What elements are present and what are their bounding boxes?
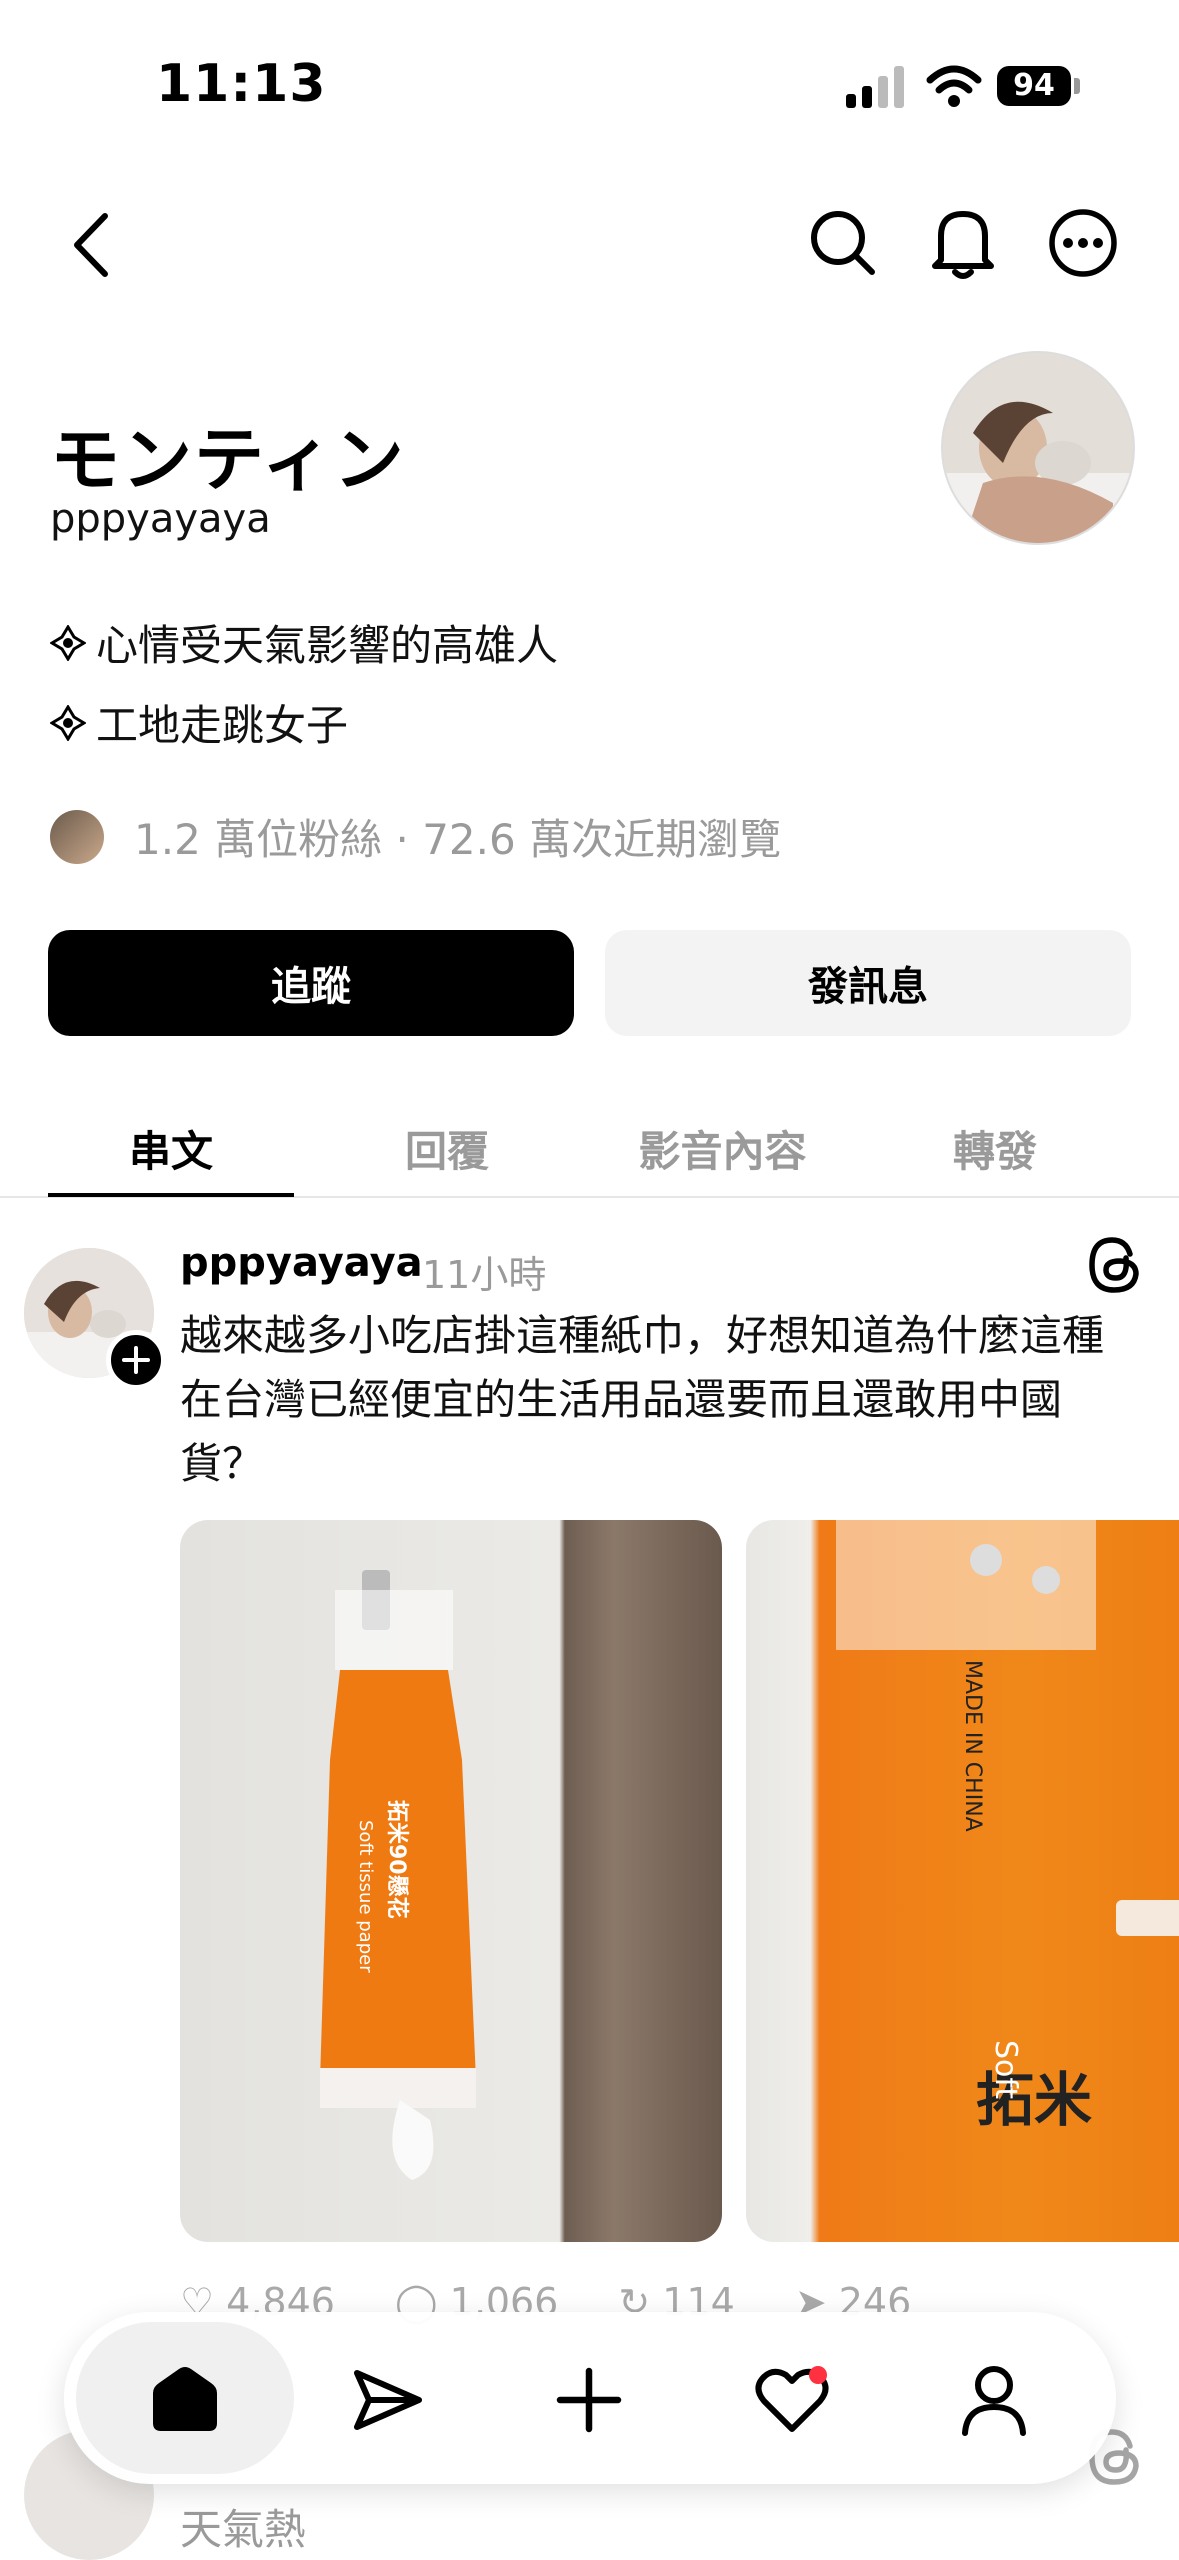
tab-reposts[interactable]: 轉發 <box>870 1100 1120 1196</box>
battery-level: 94 <box>997 66 1071 106</box>
post-image-2[interactable]: 拓米 MADE IN CHINA Soft <box>746 1520 1179 2242</box>
post-time: 11小時 <box>422 1253 547 1297</box>
back-button[interactable] <box>56 205 126 285</box>
tissue-brand-text: 拓米90懸花 <box>384 1800 410 1919</box>
nav-create-button[interactable] <box>541 2352 637 2448</box>
message-button[interactable]: 發訊息 <box>605 930 1131 1036</box>
post-username[interactable]: pppyayaya <box>180 1240 423 1286</box>
tissue-side-text: Soft tissue paper <box>355 1820 376 1973</box>
wifi-icon <box>926 65 982 107</box>
tissue-photo-2: 拓米 MADE IN CHINA Soft <box>836 1520 1179 2134</box>
nav-home-button[interactable] <box>137 2352 233 2448</box>
follower-avatar <box>50 809 104 864</box>
home-icon <box>153 2367 217 2431</box>
sparkle-icon <box>50 624 86 661</box>
post-image-1[interactable]: 拓米90懸花 Soft tissue paper <box>180 1520 722 2242</box>
battery-tip <box>1074 78 1080 94</box>
heart-icon <box>755 2366 829 2432</box>
status-time: 11:13 <box>156 54 327 114</box>
profile-icon <box>962 2366 1026 2436</box>
profile-handle: pppyayaya <box>50 496 271 542</box>
tissue-photo-1: 拓米90懸花 Soft tissue paper <box>320 1570 476 2180</box>
bio-text-2: 工地走跳女子 <box>96 701 349 750</box>
more-button[interactable] <box>1046 206 1120 280</box>
nav-activity-button[interactable] <box>744 2352 840 2448</box>
nav-profile-button[interactable] <box>946 2352 1042 2448</box>
plus-icon <box>556 2367 622 2433</box>
made-in-text: MADE IN CHINA <box>960 1660 985 1832</box>
plus-icon <box>122 1346 150 1374</box>
bio-text-1: 心情受天氣影響的高雄人 <box>96 621 559 670</box>
post-text: 越來越多小吃店掛這種紙巾，好想知道為什麼這種在台灣已經便宜的生活用品還要而且還敢… <box>180 1311 1105 1488</box>
profile-avatar[interactable] <box>941 351 1135 545</box>
more-icon <box>1049 209 1117 277</box>
bell-icon <box>932 211 994 279</box>
follow-button[interactable]: 追蹤 <box>48 930 574 1036</box>
send-icon <box>354 2370 422 2430</box>
tab-threads[interactable]: 串文 <box>48 1100 294 1196</box>
profile-photo <box>943 353 1133 543</box>
sparkle-icon <box>50 704 86 741</box>
follower-stats-text: 1.2 萬位粉絲 · 72.6 萬次近期瀏覽 <box>134 815 782 864</box>
tab-active-indicator <box>48 1193 294 1197</box>
nav-send-button[interactable] <box>340 2352 436 2448</box>
search-button[interactable] <box>806 206 880 280</box>
tab-replies[interactable]: 回覆 <box>322 1100 572 1196</box>
tissue-side-text-2: Soft <box>988 2040 1023 2099</box>
next-post-text: 天氣熱 <box>180 2505 307 2554</box>
notifications-button[interactable] <box>926 204 1000 282</box>
follower-stats[interactable]: 1.2 萬位粉絲 · 72.6 萬次近期瀏覽 <box>50 806 781 867</box>
threads-logo-icon <box>1089 1237 1139 1293</box>
follow-plus-button[interactable] <box>106 1330 166 1390</box>
search-icon <box>811 211 875 275</box>
tab-media[interactable]: 影音內容 <box>600 1100 845 1196</box>
bio-line-2: 工地走跳女子 <box>50 692 348 753</box>
profile-name: モンティン <box>50 419 406 501</box>
bio-line-1: 心情受天氣影響的高雄人 <box>50 612 558 673</box>
chevron-left-icon <box>74 213 108 277</box>
signal-icon <box>846 66 904 108</box>
